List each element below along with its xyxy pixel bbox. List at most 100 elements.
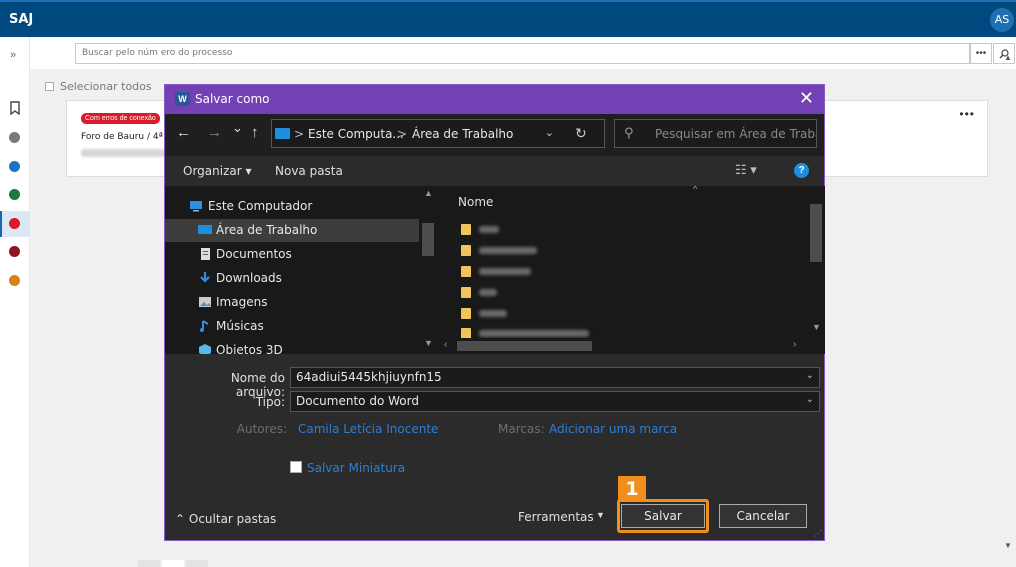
new-folder-button[interactable]: Nova pasta — [275, 164, 343, 178]
pagination-item[interactable] — [138, 560, 160, 567]
filter-dot-darkred[interactable] — [9, 246, 20, 257]
type-value: Documento do Word — [296, 394, 419, 408]
folder-icon — [461, 308, 471, 319]
up-arrow-icon[interactable]: ↑ — [251, 124, 259, 141]
type-select[interactable]: Documento do Word ⌄ — [290, 391, 820, 412]
chevron-down-icon[interactable]: ⌄ — [806, 394, 814, 405]
page-scrollbar[interactable]: ▲ ▼ — [1001, 53, 1016, 557]
file-list-vertical-scrollbar[interactable]: ▼ — [807, 186, 825, 338]
save-thumbnail-checkbox[interactable] — [290, 461, 302, 473]
app-brand[interactable]: SAJ — [9, 12, 33, 27]
music-icon — [200, 320, 209, 332]
bookmark-icon[interactable] — [8, 101, 22, 115]
sort-ascending-icon: ^ — [693, 186, 698, 194]
pagination-item[interactable] — [186, 560, 208, 567]
tools-dropdown-icon[interactable]: ▼ — [596, 510, 605, 520]
cancel-button[interactable]: Cancelar — [719, 504, 807, 528]
search-icon: ⚲ — [624, 126, 634, 141]
tools-button[interactable]: Ferramentas — [518, 510, 594, 524]
scrollbar-thumb[interactable] — [422, 223, 434, 256]
authors-label: Autores: — [236, 422, 287, 436]
back-arrow-icon[interactable]: ← — [176, 124, 191, 141]
card-foro: Foro de Bauru / 4ª V — [81, 132, 172, 142]
documents-icon — [201, 248, 210, 260]
expand-rail-button[interactable]: » — [10, 49, 16, 61]
folder-icon — [461, 224, 471, 235]
help-icon[interactable]: ? — [794, 163, 809, 178]
navigation-pane: Este Computador Área de Trabalho Documen… — [165, 186, 437, 354]
refresh-icon[interactable]: ↻ — [575, 125, 587, 142]
card-more-button[interactable]: ••• — [959, 107, 975, 121]
scrollbar-thumb[interactable] — [457, 341, 592, 351]
scroll-down-icon[interactable]: ▼ — [812, 322, 821, 332]
objects-3d-icon — [199, 344, 211, 354]
filter-dot-gray[interactable] — [9, 132, 20, 143]
pagination-item-active[interactable] — [162, 560, 184, 567]
filter-dot-green[interactable] — [9, 189, 20, 200]
images-icon — [199, 297, 211, 307]
nav-item-desktop[interactable]: Área de Trabalho — [165, 219, 419, 242]
address-sep: > — [294, 127, 305, 141]
filter-dot-orange[interactable] — [9, 275, 20, 286]
save-highlight-annotation — [617, 499, 709, 533]
user-avatar[interactable]: AS — [990, 8, 1014, 32]
top-bar: SAJ AS — [0, 0, 1016, 37]
nav-item-3d-objects[interactable]: Objetos 3D — [165, 339, 419, 354]
recent-locations-icon[interactable]: ⌄ — [232, 120, 243, 136]
nav-pane-scrollbar[interactable]: ▲ ▼ — [419, 186, 437, 354]
pane-separator — [165, 354, 824, 364]
word-icon: W — [175, 92, 190, 106]
search-row: Buscar pelo núm ero do processo ••• — [30, 37, 1016, 69]
select-all[interactable]: Selecionar todos — [45, 80, 152, 93]
save-thumbnail-label[interactable]: Salvar Miniatura — [307, 461, 405, 475]
authors-value[interactable]: Camila Letícia Inocente — [298, 422, 438, 436]
nav-item-images[interactable]: Imagens — [165, 291, 419, 314]
add-tag-link[interactable]: Adicionar uma marca — [549, 422, 677, 436]
nav-item-this-pc[interactable]: Este Computador — [165, 195, 419, 218]
address-sep: > — [397, 127, 408, 141]
chevron-down-icon[interactable]: ⌄ — [806, 370, 814, 381]
resize-grip-icon[interactable]: ⋰ — [814, 529, 822, 538]
dialog-search-input[interactable]: ⚲ Pesquisar em Área de Trabalho — [614, 119, 817, 148]
blurred-file-name — [479, 268, 531, 275]
hide-folders-button[interactable]: ⌃ Ocultar pastas — [175, 512, 276, 526]
scroll-down-icon[interactable]: ▼ — [424, 338, 433, 348]
scrollbar-thumb[interactable] — [810, 204, 822, 262]
left-rail: » — [0, 37, 30, 567]
filter-dot-blue[interactable] — [9, 161, 20, 172]
blurred-file-name — [479, 330, 589, 337]
scroll-up-icon[interactable]: ▲ — [1004, 53, 1012, 62]
scroll-up-icon[interactable]: ▲ — [424, 188, 433, 198]
desktop-icon — [275, 128, 290, 139]
forward-arrow-icon[interactable]: → — [207, 124, 222, 141]
computer-icon — [190, 201, 202, 212]
scroll-left-icon[interactable]: ‹ — [444, 339, 447, 350]
search-more-button[interactable]: ••• — [970, 43, 992, 64]
nav-item-documents[interactable]: Documentos — [165, 243, 419, 266]
close-icon[interactable]: ✕ — [799, 88, 814, 109]
column-header-name[interactable]: Nome — [458, 195, 493, 209]
file-list-horizontal-scrollbar[interactable]: ‹ › — [437, 338, 807, 354]
select-all-checkbox[interactable] — [45, 82, 54, 91]
blurred-file-name — [479, 226, 499, 233]
nav-item-music[interactable]: Músicas — [165, 315, 419, 338]
address-segment-computer[interactable]: Este Computa... — [308, 127, 404, 141]
view-options-button[interactable]: ☷ ▾ — [735, 162, 757, 178]
filename-input[interactable]: 64adiui5445khjiuynfn15 ⌄ — [290, 367, 820, 388]
folder-icon — [461, 287, 471, 298]
scroll-right-icon[interactable]: › — [793, 339, 796, 350]
card-blurred-text — [81, 149, 171, 157]
filter-dot-red[interactable] — [9, 218, 20, 229]
step-badge: 1 — [618, 476, 646, 502]
nav-item-downloads[interactable]: Downloads — [165, 267, 419, 290]
address-dropdown-icon[interactable]: ⌄ — [545, 126, 554, 139]
downloads-icon — [200, 272, 210, 283]
scroll-down-icon[interactable]: ▼ — [1004, 541, 1012, 550]
organize-button[interactable]: Organizar ▾ — [183, 164, 252, 178]
address-bar[interactable]: > Este Computa... > Área de Trabalho ⌄ — [271, 119, 605, 148]
dialog-footer: ⌃ Ocultar pastas Ferramentas ▼ Salvar Ca… — [165, 498, 824, 540]
address-segment-desktop[interactable]: Área de Trabalho — [412, 127, 513, 141]
blurred-file-name — [479, 289, 497, 296]
file-list: ^ Nome ▼ ‹ › — [437, 186, 825, 354]
process-search-input[interactable]: Buscar pelo núm ero do processo — [75, 43, 970, 64]
